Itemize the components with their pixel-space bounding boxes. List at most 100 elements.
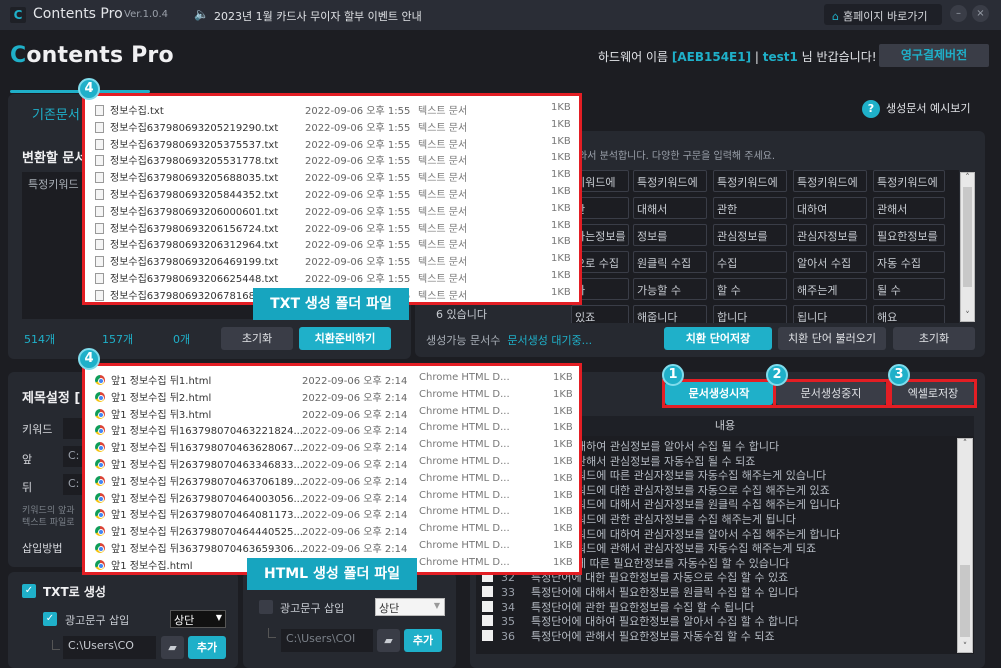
content-row[interactable]: 관해서 관심정보를 자동수집 될 수 되죠 bbox=[576, 455, 755, 468]
txt-gen-checkbox[interactable]: ✓ bbox=[22, 584, 36, 598]
word-cell[interactable]: 알아서 수집 bbox=[793, 251, 867, 273]
file-row[interactable]: 앞1 정보수집 뒤163798070463221824... 2022-09-06… bbox=[85, 420, 579, 437]
file-row[interactable]: 정보수집.txt 2022-09-06 오후 1:55 텍스트 문서 1KB bbox=[85, 100, 579, 117]
file-row[interactable]: 앞1 정보수집 뒤3.html 2022-09-06 오후 2:14 Chrome … bbox=[85, 404, 579, 421]
word-cell[interactable]: 수집 bbox=[713, 251, 787, 273]
folder-icon[interactable]: ▰ bbox=[377, 629, 400, 652]
word-cell[interactable]: 대해서 bbox=[633, 197, 707, 219]
permanent-version-button[interactable]: 영구결제버전 bbox=[879, 44, 989, 67]
content-row[interactable]: 워드에 따른 관심자정보를 자동수집 해주는게 있습니다 bbox=[576, 469, 826, 482]
scroll-down-icon[interactable]: ˅ bbox=[958, 642, 972, 652]
word-cell[interactable]: 합니다 bbox=[713, 305, 787, 323]
word-grid-scrollbar[interactable]: ˄ ˅ bbox=[960, 172, 975, 322]
scroll-up-icon[interactable]: ˄ bbox=[961, 173, 974, 183]
file-row[interactable]: 정보수집637980693206312964.txt 2022-09-06 오후 … bbox=[85, 234, 579, 251]
html-position-select[interactable]: 상단 ▼ bbox=[375, 598, 445, 616]
content-row[interactable]: 워드에 대한 관심자정보를 자동으로 수집 해주는게 있죠 bbox=[576, 484, 830, 497]
scroll-thumb[interactable] bbox=[960, 565, 970, 637]
word-cell[interactable]: 특정키워드에 bbox=[713, 170, 787, 192]
file-row[interactable]: 앞1 정보수집 뒤263798070463346833... 2022-09-06… bbox=[85, 454, 579, 471]
row-checkbox[interactable] bbox=[482, 600, 493, 612]
word-cell[interactable]: 가능할 수 bbox=[633, 278, 707, 300]
word-cell[interactable]: 관한 bbox=[713, 197, 787, 219]
row-text: 특정단어에 대해서 필요한정보를 원클릭 수집 할 수 입니다 bbox=[531, 586, 799, 599]
file-row[interactable]: 앞1 정보수집 뒤263798070464003056... 2022-09-06… bbox=[85, 488, 579, 505]
txt-add-button[interactable]: 추가 bbox=[188, 636, 226, 659]
word-cell[interactable]: 특정키워드에 bbox=[633, 170, 707, 192]
file-row[interactable]: 앞1 정보수집 뒤163798070463628067... 2022-09-06… bbox=[85, 437, 579, 454]
content-row[interactable]: 에 따른 필요한정보를 자동수집 할 수 있습니다 bbox=[576, 557, 789, 570]
reset-words-button[interactable]: 초기화 bbox=[893, 327, 975, 350]
content-row[interactable]: 36 특정단어에 관해서 필요한정보를 자동수집 할 수 되죠 bbox=[482, 629, 775, 643]
scroll-down-icon[interactable]: ˅ bbox=[961, 311, 974, 321]
file-row[interactable]: 앞1 정보수집 뒤2.html 2022-09-06 오후 2:14 Chrome … bbox=[85, 387, 579, 404]
save-words-button[interactable]: 치환 단어저장 bbox=[664, 327, 772, 350]
word-cell[interactable]: 원클릭 수집 bbox=[633, 251, 707, 273]
word-cell[interactable]: 해요 bbox=[873, 305, 945, 323]
row-checkbox[interactable] bbox=[482, 586, 493, 597]
content-row[interactable]: 워드에 대하여 관심자정보를 알아서 수집 해주는게 합니다 bbox=[576, 528, 840, 541]
content-scrollbar[interactable]: ˄ ˅ bbox=[957, 438, 973, 653]
txt-position-select[interactable]: 상단 ▼ bbox=[170, 610, 226, 628]
word-cell[interactable]: 있죠 bbox=[571, 305, 629, 323]
txt-path-input[interactable]: C:\Users\CO bbox=[63, 636, 156, 659]
file-row[interactable]: 정보수집637980693205219290.txt 2022-09-06 오후 … bbox=[85, 117, 579, 134]
file-row[interactable]: 앞1 정보수집 뒤363798070463659306... 2022-09-06… bbox=[85, 538, 579, 555]
file-name: 앞1 정보수집 뒤263798070463346833... bbox=[95, 456, 303, 471]
file-row[interactable]: 정보수집637980693205844352.txt 2022-09-06 오후 … bbox=[85, 184, 579, 201]
folder-icon[interactable]: ▰ bbox=[161, 636, 184, 659]
word-cell[interactable]: 될 수 bbox=[873, 278, 945, 300]
html-path-input[interactable]: C:\Users\COI bbox=[281, 629, 373, 652]
file-row[interactable]: 앞1 정보수집 뒤263798070464440525... 2022-09-06… bbox=[85, 521, 579, 538]
homepage-button[interactable]: ⌂ 홈페이지 바로가기 bbox=[824, 4, 942, 25]
file-row[interactable]: 정보수집637980693206156724.txt 2022-09-06 오후 … bbox=[85, 218, 579, 235]
minimize-button[interactable]: – bbox=[950, 5, 967, 22]
stop-generation-button[interactable]: 문서생성중지 bbox=[776, 382, 886, 405]
scroll-up-icon[interactable]: ˄ bbox=[958, 439, 972, 449]
word-cell[interactable]: 필요한정보를 bbox=[873, 224, 945, 246]
file-row[interactable]: 정보수집637980693206469199.txt 2022-09-06 오후 … bbox=[85, 251, 579, 268]
row-checkbox[interactable] bbox=[482, 629, 493, 641]
txt-ad-checkbox[interactable]: ✓ bbox=[43, 612, 57, 626]
word-cell[interactable]: 해주는게 bbox=[793, 278, 867, 300]
notice-link[interactable]: 2023년 1월 카드사 무이자 할부 이벤트 안내 bbox=[214, 8, 422, 24]
word-cell[interactable]: 정보를 bbox=[633, 224, 707, 246]
content-row[interactable]: 워드에 관해서 관심자정보를 자동수집 해주는게 되죠 bbox=[576, 542, 816, 555]
word-cell[interactable]: 대하여 bbox=[793, 197, 867, 219]
word-cell[interactable]: 자동 수집 bbox=[873, 251, 945, 273]
file-row[interactable]: 앞1 정보수집 뒤263798070464081173... 2022-09-06… bbox=[85, 504, 579, 521]
save-excel-button[interactable]: 엑셀로저장 bbox=[892, 382, 974, 405]
word-cell[interactable]: 특정키워드에 bbox=[873, 170, 945, 192]
file-row[interactable]: 정보수집637980693206000601.txt 2022-09-06 오후 … bbox=[85, 201, 579, 218]
content-row[interactable]: 대하여 관심정보를 알아서 수집 될 수 합니다 bbox=[576, 440, 779, 453]
word-cell[interactable]: 관심정보를 bbox=[713, 224, 787, 246]
row-checkbox[interactable] bbox=[482, 615, 493, 627]
scroll-thumb[interactable] bbox=[963, 187, 972, 287]
content-row[interactable]: 35 특정단어에 대하여 필요한정보를 알아서 수집 할 수 합니다 bbox=[482, 615, 798, 628]
file-row[interactable]: 정보수집637980693205375537.txt 2022-09-06 오후 … bbox=[85, 134, 579, 151]
reset-button[interactable]: 초기화 bbox=[221, 327, 293, 350]
content-row[interactable]: 워드에 대해서 관심자정보를 원클릭 수집 해주는게 입니다 bbox=[576, 498, 840, 511]
word-cell[interactable]: 특정키워드에 bbox=[793, 170, 867, 192]
example-view-link[interactable]: ? 생성문서 예시보기 bbox=[862, 100, 970, 118]
word-cell[interactable]: 해줍니다 bbox=[633, 305, 707, 323]
start-generation-button[interactable]: 문서생성시작 bbox=[665, 382, 773, 405]
word-cell[interactable]: 됩니다 bbox=[793, 305, 867, 323]
file-row[interactable]: 정보수집637980693205531778.txt 2022-09-06 오후 … bbox=[85, 150, 579, 167]
content-row[interactable]: 워드에 관한 관심자정보를 수집 해주는게 됩니다 bbox=[576, 513, 796, 526]
word-cell[interactable]: 관심자정보를 bbox=[793, 224, 867, 246]
word-cell[interactable]: 관해서 bbox=[873, 197, 945, 219]
html-add-button[interactable]: 추가 bbox=[404, 629, 442, 652]
html-ad-checkbox[interactable] bbox=[259, 600, 273, 614]
file-row[interactable]: 정보수집637980693205688035.txt 2022-09-06 오후 … bbox=[85, 167, 579, 184]
file-row[interactable]: 앞1 정보수집 뒤263798070463706189... 2022-09-06… bbox=[85, 471, 579, 488]
file-row[interactable]: 앞1 정보수집 뒤1.html 2022-09-06 오후 2:14 Chrome … bbox=[85, 370, 579, 387]
content-row[interactable]: 33 특정단어에 대해서 필요한정보를 원클릭 수집 할 수 입니다 bbox=[482, 586, 798, 599]
content-row[interactable]: 34 특정단어에 관한 필요한정보를 수집 할 수 됩니다 bbox=[482, 600, 754, 614]
close-button[interactable]: × bbox=[972, 5, 989, 22]
load-words-button[interactable]: 치환 단어 불러오기 bbox=[778, 327, 886, 350]
file-row[interactable]: 정보수집637980693206625448.txt 2022-09-06 오후 … bbox=[85, 268, 579, 285]
tab-existing-docs[interactable]: 기존문서 bbox=[32, 104, 80, 123]
prepare-replace-button[interactable]: 치환준비하기 bbox=[299, 327, 391, 350]
word-cell[interactable]: 할 수 bbox=[713, 278, 787, 300]
